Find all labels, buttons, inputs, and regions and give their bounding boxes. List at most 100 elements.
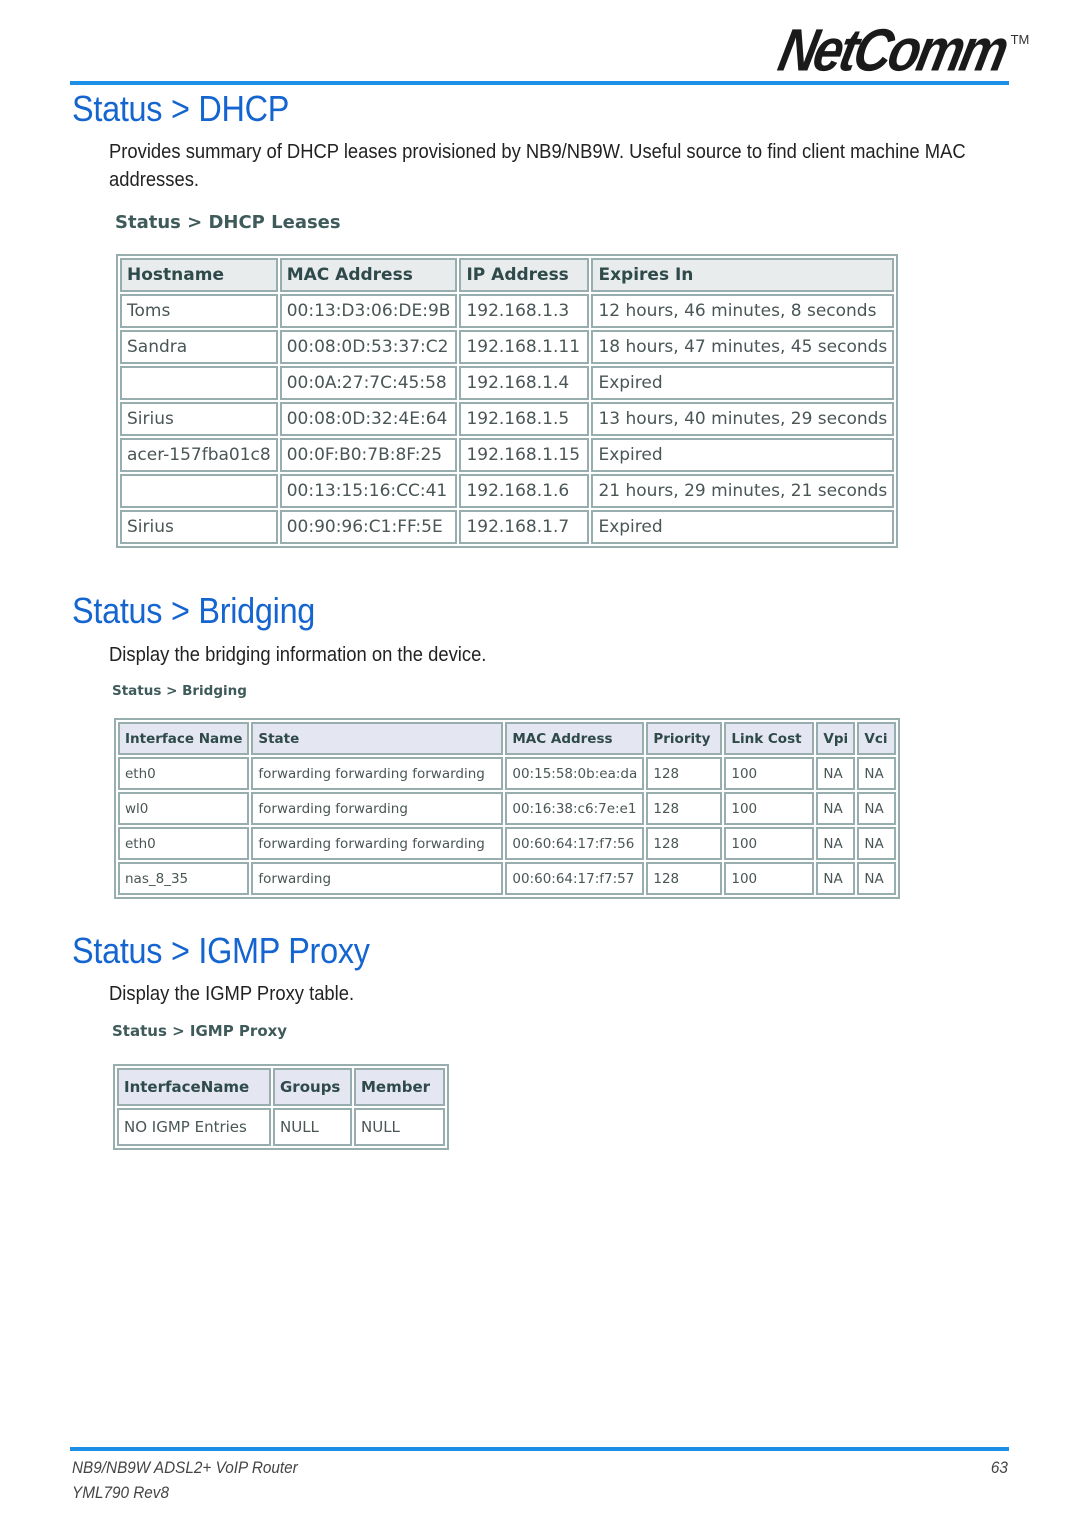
hostname-cell: Toms — [120, 294, 278, 328]
column-header-vpi: Vpi — [816, 722, 856, 755]
interface-name-cell: nas_8_35 — [118, 862, 250, 895]
state-cell: forwarding forwarding forwarding — [251, 757, 504, 790]
priority-cell: 128 — [646, 862, 723, 895]
dhcp-description-line2: addresses. — [109, 169, 200, 191]
column-header-hostname: Hostname — [120, 258, 278, 292]
table-row: Sirius 00:90:96:C1:FF:5E 192.168.1.7 Exp… — [120, 510, 895, 544]
igmp-description: Display the IGMP Proxy table. — [109, 983, 355, 1005]
ip-address-cell: 192.168.1.7 — [459, 510, 590, 544]
column-header-priority: Priority — [646, 722, 723, 755]
page-number: 63 — [990, 1458, 1008, 1477]
hostname-cell: Sandra — [120, 330, 278, 364]
ip-address-cell: 192.168.1.15 — [459, 438, 590, 472]
column-header-vci: Vci — [857, 722, 897, 755]
column-header-interface-name: Interface Name — [118, 722, 250, 755]
table-row: Toms 00:13:D3:06:DE:9B 192.168.1.3 12 ho… — [120, 294, 895, 328]
dhcp-leases-table: Hostname MAC Address IP Address Expires … — [116, 254, 899, 548]
expires-in-cell: Expired — [591, 366, 895, 400]
bridging-ui-caption: Status > Bridging — [112, 683, 247, 699]
hostname-cell: Sirius — [120, 402, 278, 436]
expires-in-cell: 18 hours, 47 minutes, 45 seconds — [591, 330, 895, 364]
mac-address-cell: 00:13:D3:06:DE:9B — [279, 294, 458, 328]
table-row: acer-157fba01c8 00:0F:B0:7B:8F:25 192.16… — [120, 438, 895, 472]
bridging-description: Display the bridging information on the … — [109, 644, 487, 666]
igmp-section-title: Status > IGMP Proxy — [72, 930, 370, 971]
igmp-proxy-table: InterfaceName Groups Member NO IGMP Entr… — [113, 1064, 449, 1150]
link-cost-cell: 100 — [724, 827, 815, 860]
table-row: wl0 forwarding forwarding 00:16:38:c6:7e… — [118, 792, 897, 825]
expires-in-cell: Expired — [591, 510, 895, 544]
priority-cell: 128 — [646, 827, 723, 860]
mac-address-cell: 00:08:0D:32:4E:64 — [279, 402, 458, 436]
table-header-row: Interface Name State MAC Address Priorit… — [118, 722, 897, 755]
vci-cell: NA — [857, 862, 897, 895]
column-header-mac-address: MAC Address — [505, 722, 645, 755]
vpi-cell: NA — [816, 792, 856, 825]
column-header-interface-name: InterfaceName — [117, 1068, 271, 1106]
column-header-state: State — [251, 722, 504, 755]
priority-cell: 128 — [646, 792, 723, 825]
table-row: NO IGMP Entries NULL NULL — [117, 1108, 445, 1146]
member-cell: NULL — [354, 1108, 445, 1146]
interface-name-cell: wl0 — [118, 792, 250, 825]
column-header-ip-address: IP Address — [459, 258, 590, 292]
vpi-cell: NA — [816, 827, 856, 860]
header-divider — [70, 81, 1009, 85]
mac-address-cell: 00:16:38:c6:7e:e1 — [505, 792, 645, 825]
logo-trademark: TM — [1010, 32, 1030, 47]
column-header-mac-address: MAC Address — [279, 258, 458, 292]
mac-address-cell: 00:0F:B0:7B:8F:25 — [279, 438, 458, 472]
hostname-cell — [120, 474, 278, 508]
netcomm-logo: NetComm TM — [773, 18, 1030, 85]
mac-address-cell: 00:60:64:17:f7:57 — [505, 862, 645, 895]
ip-address-cell: 192.168.1.11 — [459, 330, 590, 364]
interface-name-cell: eth0 — [118, 827, 250, 860]
dhcp-description-line1: Provides summary of DHCP leases provisio… — [109, 141, 966, 163]
table-row: nas_8_35 forwarding 00:60:64:17:f7:57 12… — [118, 862, 897, 895]
vci-cell: NA — [857, 757, 897, 790]
column-header-expires-in: Expires In — [591, 258, 895, 292]
bridging-table: Interface Name State MAC Address Priorit… — [114, 718, 901, 899]
groups-cell: NULL — [273, 1108, 352, 1146]
dhcp-section-title: Status > DHCP — [72, 88, 290, 129]
column-header-groups: Groups — [273, 1068, 352, 1106]
table-row: Sandra 00:08:0D:53:37:C2 192.168.1.11 18… — [120, 330, 895, 364]
footer-product-name: NB9/NB9W ADSL2+ VoIP Router — [72, 1458, 298, 1477]
vpi-cell: NA — [816, 757, 856, 790]
priority-cell: 128 — [646, 757, 723, 790]
footer-divider — [70, 1447, 1009, 1451]
vci-cell: NA — [857, 792, 897, 825]
mac-address-cell: 00:90:96:C1:FF:5E — [279, 510, 458, 544]
interface-name-cell: eth0 — [118, 757, 250, 790]
table-row: 00:0A:27:7C:45:58 192.168.1.4 Expired — [120, 366, 895, 400]
logo-wordmark: NetComm — [772, 17, 1012, 85]
mac-address-cell: 00:0A:27:7C:45:58 — [279, 366, 458, 400]
expires-in-cell: 13 hours, 40 minutes, 29 seconds — [591, 402, 895, 436]
hostname-cell — [120, 366, 278, 400]
link-cost-cell: 100 — [724, 757, 815, 790]
mac-address-cell: 00:60:64:17:f7:56 — [505, 827, 645, 860]
footer-revision: YML790 Rev8 — [72, 1483, 169, 1502]
table-row: Sirius 00:08:0D:32:4E:64 192.168.1.5 13 … — [120, 402, 895, 436]
state-cell: forwarding forwarding forwarding — [251, 827, 504, 860]
ip-address-cell: 192.168.1.5 — [459, 402, 590, 436]
vpi-cell: NA — [816, 862, 856, 895]
mac-address-cell: 00:08:0D:53:37:C2 — [279, 330, 458, 364]
state-cell: forwarding — [251, 862, 504, 895]
mac-address-cell: 00:15:58:0b:ea:da — [505, 757, 645, 790]
link-cost-cell: 100 — [724, 862, 815, 895]
expires-in-cell: 12 hours, 46 minutes, 8 seconds — [591, 294, 895, 328]
table-header-row: InterfaceName Groups Member — [117, 1068, 445, 1106]
table-header-row: Hostname MAC Address IP Address Expires … — [120, 258, 895, 292]
table-row: 00:13:15:16:CC:41 192.168.1.6 21 hours, … — [120, 474, 895, 508]
ip-address-cell: 192.168.1.3 — [459, 294, 590, 328]
dhcp-ui-caption: Status > DHCP Leases — [115, 212, 341, 233]
ip-address-cell: 192.168.1.4 — [459, 366, 590, 400]
vci-cell: NA — [857, 827, 897, 860]
interface-name-cell: NO IGMP Entries — [117, 1108, 271, 1146]
hostname-cell: Sirius — [120, 510, 278, 544]
mac-address-cell: 00:13:15:16:CC:41 — [279, 474, 458, 508]
link-cost-cell: 100 — [724, 792, 815, 825]
table-row: eth0 forwarding forwarding forwarding 00… — [118, 757, 897, 790]
bridging-section-title: Status > Bridging — [72, 590, 316, 631]
